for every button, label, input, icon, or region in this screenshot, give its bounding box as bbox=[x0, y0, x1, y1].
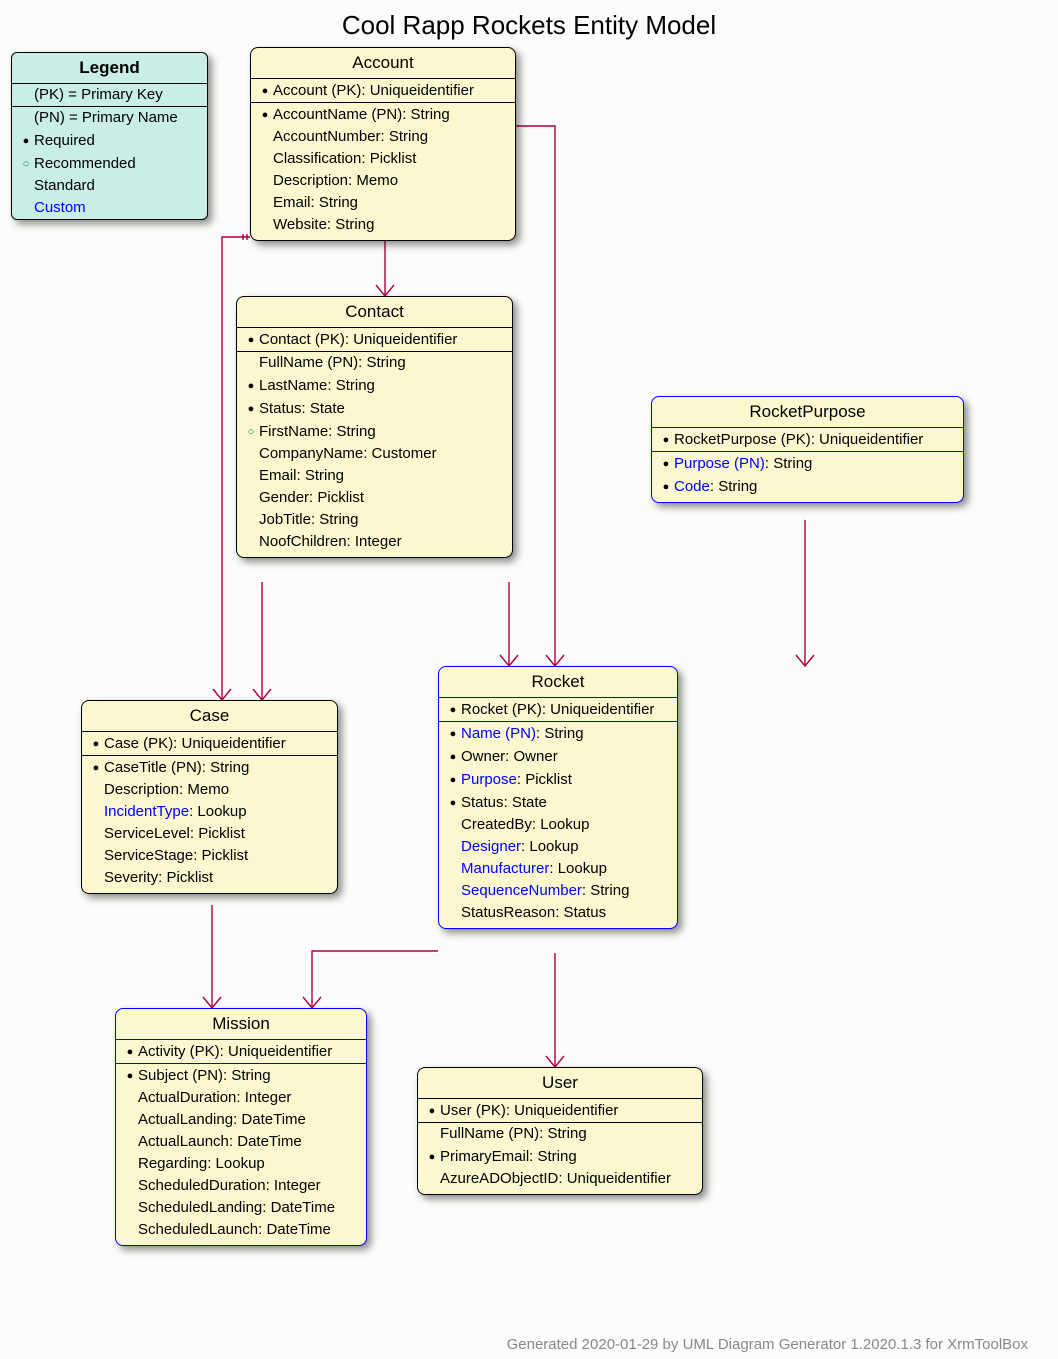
entity-contact: ContactContact (PK): UniqueidentifierFul… bbox=[236, 296, 513, 558]
entity-attribute: CaseTitle (PN): String bbox=[82, 756, 337, 779]
entity-case: CaseCase (PK): UniqueidentifierCaseTitle… bbox=[81, 700, 338, 894]
bullet-required-icon bbox=[445, 723, 461, 744]
footer-text: Generated 2020-01-29 by UML Diagram Gene… bbox=[507, 1336, 1028, 1353]
entity-attribute: ServiceLevel: Picklist bbox=[82, 823, 337, 845]
entity-title: Account bbox=[251, 48, 515, 79]
entity-attribute: ScheduledLanding: DateTime bbox=[116, 1197, 366, 1219]
legend-required: Required bbox=[12, 129, 207, 152]
legend-title: Legend bbox=[12, 53, 207, 84]
entity-attribute: LastName: String bbox=[237, 374, 512, 397]
bullet-required-icon bbox=[658, 476, 674, 497]
entity-attribute: FirstName: String bbox=[237, 420, 512, 443]
entity-attribute: Activity (PK): Uniqueidentifier bbox=[116, 1040, 366, 1063]
entity-attribute: ActualLanding: DateTime bbox=[116, 1109, 366, 1131]
entity-attribute: Account (PK): Uniqueidentifier bbox=[251, 79, 515, 102]
entity-attribute: Email: String bbox=[237, 465, 512, 487]
entity-attribute: SequenceNumber: String bbox=[439, 880, 677, 902]
entity-attribute: Case (PK): Uniqueidentifier bbox=[82, 732, 337, 755]
entity-attribute: NoofChildren: Integer bbox=[237, 531, 512, 553]
entity-attribute: Contact (PK): Uniqueidentifier bbox=[237, 328, 512, 351]
entity-attribute: Name (PN): String bbox=[439, 722, 677, 745]
entity-attribute: RocketPurpose (PK): Uniqueidentifier bbox=[652, 428, 963, 451]
entity-attribute: ServiceStage: Picklist bbox=[82, 845, 337, 867]
bullet-required-icon bbox=[243, 329, 259, 350]
entity-attribute: ActualLaunch: DateTime bbox=[116, 1131, 366, 1153]
entity-attribute: CompanyName: Customer bbox=[237, 443, 512, 465]
entity-attribute: AzureADObjectID: Uniqueidentifier bbox=[418, 1168, 702, 1190]
bullet-required-icon bbox=[658, 429, 674, 450]
entity-attribute: Manufacturer: Lookup bbox=[439, 858, 677, 880]
entity-attribute: Purpose (PN): String bbox=[652, 452, 963, 475]
bullet-required-icon bbox=[243, 375, 259, 396]
entity-attribute: Gender: Picklist bbox=[237, 487, 512, 509]
entity-attribute: Email: String bbox=[251, 192, 515, 214]
bullet-required-icon bbox=[424, 1146, 440, 1167]
entity-attribute: Designer: Lookup bbox=[439, 836, 677, 858]
entity-attribute: Status: State bbox=[237, 397, 512, 420]
entity-rocket: RocketRocket (PK): UniqueidentifierName … bbox=[438, 666, 678, 929]
entity-attribute: PrimaryEmail: String bbox=[418, 1145, 702, 1168]
bullet-required-icon bbox=[445, 769, 461, 790]
entity-title: Contact bbox=[237, 297, 512, 328]
entity-attribute: User (PK): Uniqueidentifier bbox=[418, 1099, 702, 1122]
entity-attribute: Owner: Owner bbox=[439, 745, 677, 768]
entity-title: Mission bbox=[116, 1009, 366, 1040]
entity-title: Rocket bbox=[439, 667, 677, 698]
legend-custom: Custom bbox=[12, 197, 207, 219]
bullet-required-icon bbox=[243, 398, 259, 419]
entity-attribute: StatusReason: Status bbox=[439, 902, 677, 924]
entity-account: AccountAccount (PK): UniqueidentifierAcc… bbox=[250, 47, 516, 241]
entity-attribute: Regarding: Lookup bbox=[116, 1153, 366, 1175]
entity-attribute: AccountName (PN): String bbox=[251, 103, 515, 126]
bullet-recommended-icon bbox=[243, 421, 259, 442]
bullet-required-icon bbox=[122, 1065, 138, 1086]
entity-attribute: Purpose: Picklist bbox=[439, 768, 677, 791]
bullet-required-icon bbox=[18, 130, 34, 151]
entity-attribute: Website: String bbox=[251, 214, 515, 236]
entity-attribute: Subject (PN): String bbox=[116, 1064, 366, 1087]
entity-title: RocketPurpose bbox=[652, 397, 963, 428]
entity-attribute: FullName (PN): String bbox=[418, 1123, 702, 1145]
bullet-required-icon bbox=[88, 757, 104, 778]
entity-attribute: Severity: Picklist bbox=[82, 867, 337, 889]
legend-box: Legend (PK) = Primary Key (PN) = Primary… bbox=[11, 52, 208, 220]
entity-attribute: Rocket (PK): Uniqueidentifier bbox=[439, 698, 677, 721]
legend-standard: Standard bbox=[12, 175, 207, 197]
bullet-required-icon bbox=[257, 80, 273, 101]
entity-attribute: Status: State bbox=[439, 791, 677, 814]
bullet-required-icon bbox=[88, 733, 104, 754]
entity-attribute: IncidentType: Lookup bbox=[82, 801, 337, 823]
bullet-required-icon bbox=[445, 699, 461, 720]
entity-title: Case bbox=[82, 701, 337, 732]
bullet-required-icon bbox=[257, 104, 273, 125]
legend-pn: (PN) = Primary Name bbox=[12, 107, 207, 129]
legend-pk: (PK) = Primary Key bbox=[12, 84, 207, 106]
bullet-recommended-icon bbox=[18, 153, 34, 174]
bullet-required-icon bbox=[122, 1041, 138, 1062]
entity-attribute: Description: Memo bbox=[251, 170, 515, 192]
entity-attribute: Classification: Picklist bbox=[251, 148, 515, 170]
entity-attribute: CreatedBy: Lookup bbox=[439, 814, 677, 836]
entity-attribute: JobTitle: String bbox=[237, 509, 512, 531]
entity-attribute: Code: String bbox=[652, 475, 963, 498]
bullet-required-icon bbox=[424, 1100, 440, 1121]
entity-user: UserUser (PK): UniqueidentifierFullName … bbox=[417, 1067, 703, 1195]
entity-attribute: ScheduledLaunch: DateTime bbox=[116, 1219, 366, 1241]
legend-recommended: Recommended bbox=[12, 152, 207, 175]
entity-attribute: ScheduledDuration: Integer bbox=[116, 1175, 366, 1197]
entity-title: User bbox=[418, 1068, 702, 1099]
entity-attribute: Description: Memo bbox=[82, 779, 337, 801]
entity-attribute: FullName (PN): String bbox=[237, 352, 512, 374]
bullet-required-icon bbox=[658, 453, 674, 474]
entity-mission: MissionActivity (PK): UniqueidentifierSu… bbox=[115, 1008, 367, 1246]
diagram-title: Cool Rapp Rockets Entity Model bbox=[0, 10, 1058, 41]
entity-rocketpurpose: RocketPurposeRocketPurpose (PK): Uniquei… bbox=[651, 396, 964, 503]
entity-attribute: AccountNumber: String bbox=[251, 126, 515, 148]
bullet-required-icon bbox=[445, 746, 461, 767]
entity-attribute: ActualDuration: Integer bbox=[116, 1087, 366, 1109]
bullet-required-icon bbox=[445, 792, 461, 813]
